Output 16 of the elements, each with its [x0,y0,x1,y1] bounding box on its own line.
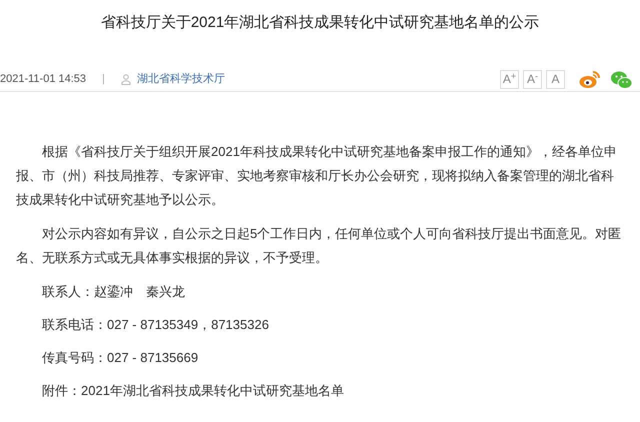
weibo-icon[interactable] [579,70,601,89]
source-link[interactable]: 湖北省科学技术厅 [136,71,225,88]
contact-line: 传真号码：027 - 87135669 [42,349,200,367]
contact-line: 附件：2021年湖北省科技成果转化中试研究基地名单 [42,382,345,400]
publish-date: 2021-11-01 14:53 [0,72,86,88]
contact-line: 联系电话：027 - 87135349，87135326 [42,316,270,334]
contact-line: 联系人：赵鎏冲 秦兴龙 [42,283,186,301]
font-size-button[interactable]: A [546,70,565,89]
font-size-button[interactable]: A$^{+}$ [500,70,519,89]
wechat-icon[interactable] [611,70,632,88]
paragraph: 根据《省科技厅关于组织开展2021年科技成果转化中试研究基地备案申报工作的通知》，经各单位申报、市（州）科技局推荐、专家评审、实地考察审核和厅长办公会研究，现将拟纳入备案管理的湖北省科技成果转化中试研究基地予以公示。 [16,143,618,209]
user-icon [120,74,131,85]
paragraph: 对公示内容如有异议，自公示之日起5个工作日内，任何单位或个人可向省科技厅提出书面意见。对匿名、无联系方式或无具体事实根据的异议，不予受理。 [16,225,622,267]
font-size-button[interactable]: A$^{-}$ [523,70,542,89]
separator: | [102,72,105,88]
page-title: 省科技厅关于2021年湖北省科技成果转化中试研究基地名单的公示 [100,13,540,33]
